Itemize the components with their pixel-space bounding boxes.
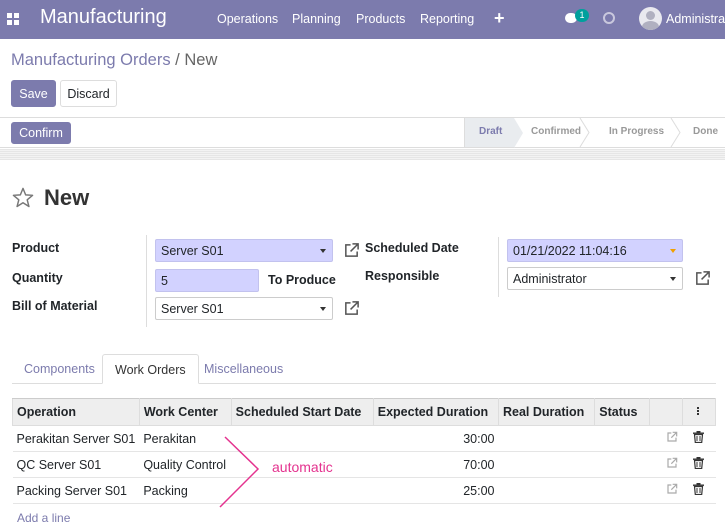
to-produce-label: To Produce bbox=[268, 273, 336, 287]
quantity-label: Quantity bbox=[12, 271, 63, 285]
chevron-down-icon bbox=[320, 307, 326, 311]
calendar-caret-icon bbox=[670, 249, 676, 253]
column-header-operation[interactable]: Operation bbox=[12, 398, 140, 426]
external-link-icon[interactable] bbox=[694, 270, 711, 287]
user-avatar[interactable] bbox=[639, 7, 662, 30]
chevron-down-icon bbox=[670, 277, 676, 281]
annotation-bracket bbox=[219, 436, 260, 508]
app-title[interactable]: Manufacturing bbox=[40, 6, 167, 29]
stage-in-progress[interactable]: In Progress bbox=[609, 126, 664, 137]
record-title: New bbox=[44, 185, 90, 210]
app-grid-icon[interactable] bbox=[7, 13, 19, 25]
trash-icon[interactable] bbox=[693, 483, 705, 496]
external-link-icon[interactable] bbox=[666, 457, 678, 469]
bom-value: Server S01 bbox=[161, 302, 224, 316]
chat-count-badge: 1 bbox=[575, 9, 589, 22]
breadcrumb: Manufacturing Orders / New bbox=[11, 51, 217, 70]
table-header-row: Operation Work Center Scheduled Start Da… bbox=[12, 398, 717, 426]
product-value: Server S01 bbox=[161, 244, 224, 258]
stage-done[interactable]: Done bbox=[693, 126, 718, 137]
external-link-icon[interactable] bbox=[343, 300, 360, 317]
cell-expected-duration[interactable]: 30:00 bbox=[373, 425, 499, 452]
cell-real-duration[interactable] bbox=[498, 477, 595, 504]
bom-label: Bill of Material bbox=[12, 299, 98, 313]
cell-operation[interactable]: QC Server S01 bbox=[12, 451, 140, 478]
menu-operations[interactable]: Operations bbox=[217, 12, 278, 26]
table-row[interactable]: QC Server S01 Quality Control 70:00 bbox=[12, 451, 716, 478]
trash-icon[interactable] bbox=[693, 457, 705, 470]
sheet-divider bbox=[0, 149, 725, 160]
save-button[interactable]: Save bbox=[11, 80, 56, 107]
scheduled-date-value: 01/21/2022 11:04:16 bbox=[513, 244, 627, 258]
column-header-status[interactable]: Status bbox=[594, 398, 651, 426]
breadcrumb-separator: / bbox=[175, 51, 180, 69]
scheduled-date-label: Scheduled Date bbox=[365, 241, 459, 255]
column-header-open bbox=[649, 398, 683, 426]
annotation-label: automatic bbox=[272, 459, 333, 475]
cell-real-duration[interactable] bbox=[498, 425, 595, 452]
stage-arrow bbox=[670, 118, 684, 147]
quick-create-plus-icon[interactable]: + bbox=[494, 8, 505, 29]
cell-operation[interactable]: Perakitan Server S01 bbox=[12, 425, 140, 452]
quantity-value: 5 bbox=[161, 274, 168, 288]
stage-pipeline: Draft Confirmed In Progress Done bbox=[464, 118, 725, 148]
status-bar: Confirm Draft Confirmed In Progress Done bbox=[0, 117, 725, 148]
column-header-real-duration[interactable]: Real Duration bbox=[497, 398, 596, 426]
scheduled-date-input[interactable]: 01/21/2022 11:04:16 bbox=[507, 239, 683, 262]
menu-reporting[interactable]: Reporting bbox=[420, 12, 474, 26]
column-header-work-center[interactable]: Work Center bbox=[138, 398, 232, 426]
responsible-value: Administrator bbox=[513, 272, 587, 286]
label-separator bbox=[498, 237, 499, 297]
discard-button[interactable]: Discard bbox=[60, 80, 117, 107]
menu-planning[interactable]: Planning bbox=[292, 12, 341, 26]
top-navbar: Manufacturing Operations Planning Produc… bbox=[0, 0, 725, 39]
add-a-line-link[interactable]: Add a line bbox=[17, 511, 70, 525]
responsible-select[interactable]: Administrator bbox=[507, 267, 683, 290]
cell-real-duration[interactable] bbox=[498, 451, 595, 478]
cell-status[interactable] bbox=[594, 477, 650, 504]
responsible-label: Responsible bbox=[365, 269, 440, 283]
table-row[interactable]: Packing Server S01 Packing 25:00 bbox=[12, 477, 716, 504]
star-icon[interactable] bbox=[12, 187, 34, 211]
activity-clock-icon[interactable] bbox=[603, 12, 615, 24]
cell-status[interactable] bbox=[594, 451, 650, 478]
product-label: Product bbox=[12, 241, 60, 255]
tab-work-orders[interactable]: Work Orders bbox=[102, 354, 199, 384]
menu-products[interactable]: Products bbox=[356, 12, 405, 26]
user-menu-name[interactable]: Administrator bbox=[666, 12, 725, 26]
external-link-icon[interactable] bbox=[343, 242, 360, 259]
cell-status[interactable] bbox=[594, 425, 650, 452]
stage-confirmed[interactable]: Confirmed bbox=[531, 126, 581, 137]
breadcrumb-parent[interactable]: Manufacturing Orders bbox=[11, 51, 171, 69]
label-separator bbox=[146, 235, 147, 327]
cell-expected-duration[interactable]: 25:00 bbox=[373, 477, 499, 504]
column-options[interactable] bbox=[681, 398, 717, 426]
product-select[interactable]: Server S01 bbox=[155, 239, 333, 262]
cell-expected-duration[interactable]: 70:00 bbox=[373, 451, 499, 478]
trash-icon[interactable] bbox=[693, 431, 705, 444]
table-row[interactable]: Perakitan Server S01 Perakitan 30:00 bbox=[12, 425, 716, 452]
stage-arrow bbox=[579, 118, 593, 147]
breadcrumb-current: New bbox=[184, 51, 218, 69]
bom-select[interactable]: Server S01 bbox=[155, 297, 333, 320]
work-orders-table: Operation Work Center Scheduled Start Da… bbox=[12, 398, 717, 504]
external-link-icon[interactable] bbox=[666, 483, 678, 495]
tab-components[interactable]: Components bbox=[12, 354, 107, 384]
chevron-down-icon bbox=[320, 249, 326, 253]
confirm-button[interactable]: Confirm bbox=[11, 122, 71, 144]
cell-operation[interactable]: Packing Server S01 bbox=[12, 477, 140, 504]
column-header-expected-duration[interactable]: Expected Duration bbox=[372, 398, 500, 426]
column-header-scheduled-start-date[interactable]: Scheduled Start Date bbox=[230, 398, 374, 426]
tab-miscellaneous[interactable]: Miscellaneous bbox=[192, 354, 295, 384]
kebab-menu-icon[interactable] bbox=[697, 406, 700, 416]
stage-draft[interactable]: Draft bbox=[479, 126, 502, 137]
external-link-icon[interactable] bbox=[666, 431, 678, 443]
quantity-input[interactable]: 5 bbox=[155, 269, 259, 292]
